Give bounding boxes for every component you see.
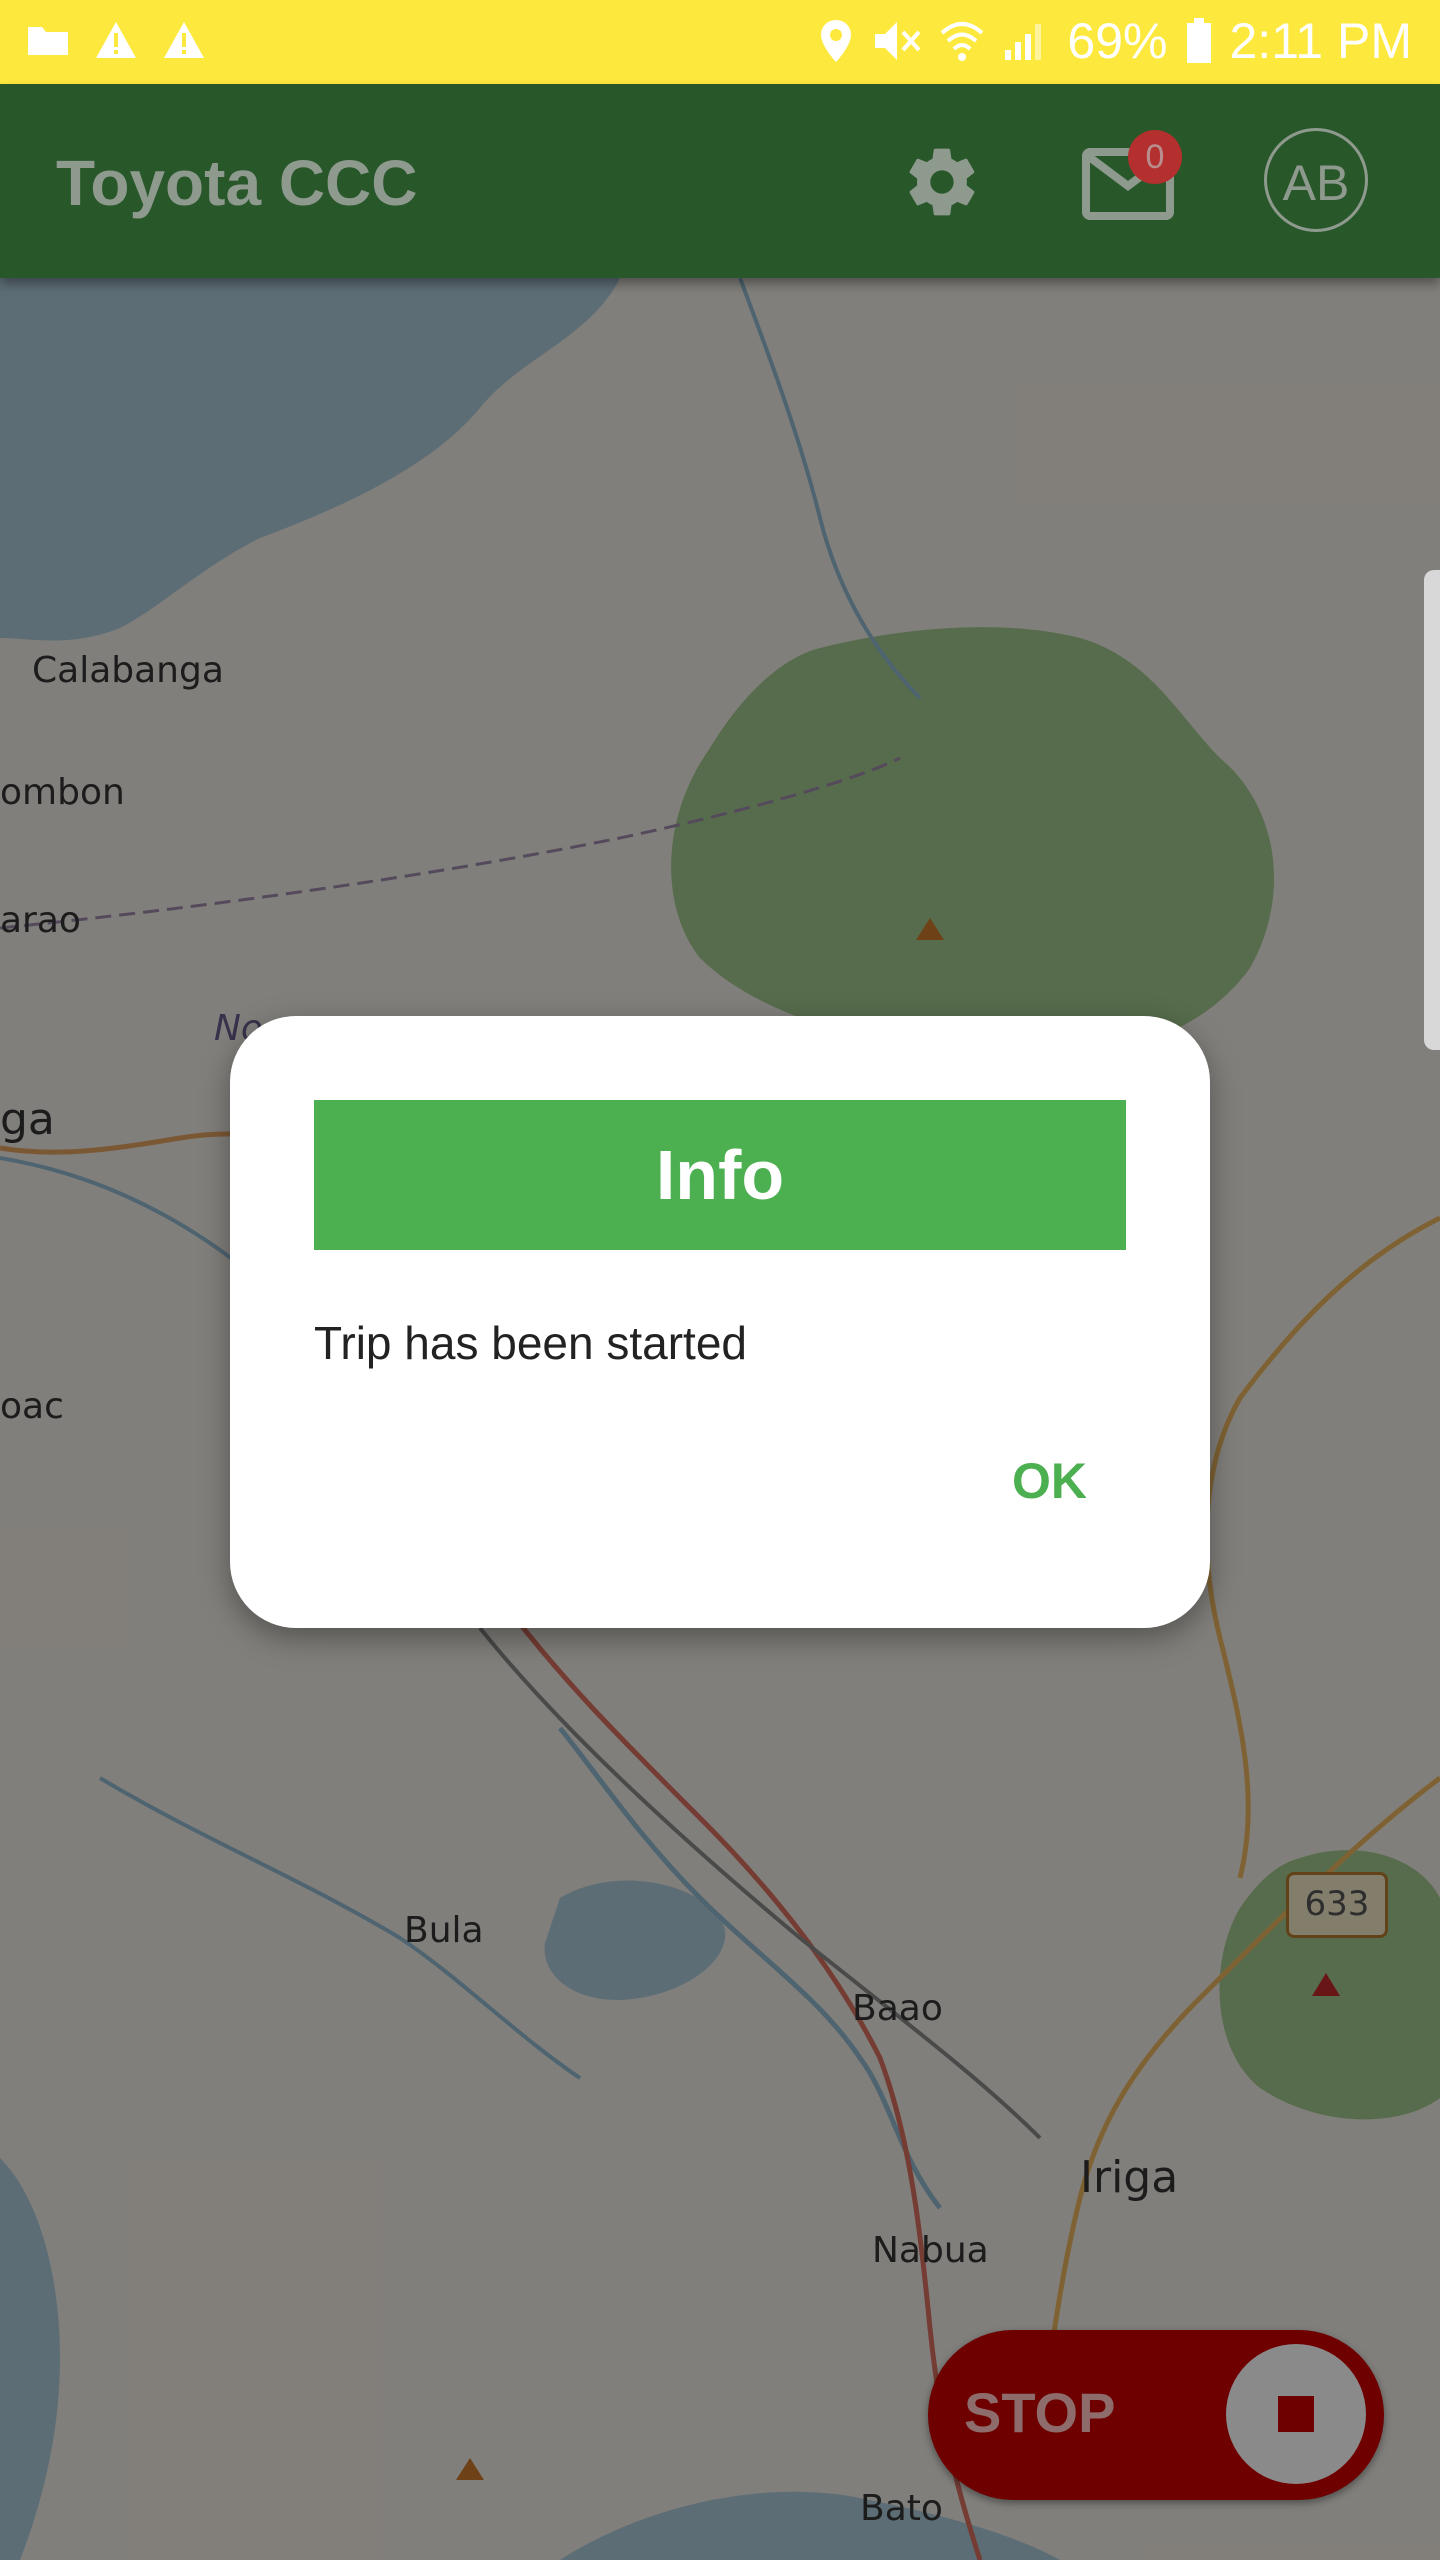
avatar[interactable]: AB	[1264, 128, 1368, 232]
warning-icon	[96, 22, 136, 58]
dialog-message: Trip has been started	[314, 1317, 747, 1369]
mail-badge: 0	[1128, 130, 1182, 184]
stop-trip-button[interactable]: STOP	[928, 2330, 1384, 2500]
side-drawer-handle[interactable]	[1424, 570, 1440, 1050]
status-right: 69% 2:11 PM	[819, 12, 1412, 70]
signal-icon	[1005, 24, 1042, 60]
dialog-title: Info	[314, 1100, 1126, 1250]
info-dialog: Info Trip has been started OK	[230, 1016, 1210, 1628]
stop-icon	[1226, 2344, 1366, 2484]
status-left	[26, 20, 206, 60]
stop-square-icon	[1278, 2396, 1314, 2432]
stop-label: STOP	[964, 2381, 1116, 2444]
location-icon	[821, 20, 852, 62]
battery-percent: 69%	[1067, 13, 1168, 69]
app-title: Toyota CCC	[56, 147, 418, 219]
mute-icon	[875, 22, 921, 60]
folder-icon	[28, 27, 68, 55]
ok-button[interactable]: OK	[1012, 1452, 1087, 1510]
app-bar: Toyota CCC 0 AB	[0, 84, 1440, 278]
battery-icon	[1186, 18, 1211, 63]
clock: 2:11 PM	[1229, 13, 1413, 69]
gear-icon[interactable]	[902, 142, 982, 222]
wifi-icon	[941, 22, 984, 61]
status-bar: 69% 2:11 PM	[0, 0, 1440, 84]
warning-icon	[164, 22, 204, 58]
